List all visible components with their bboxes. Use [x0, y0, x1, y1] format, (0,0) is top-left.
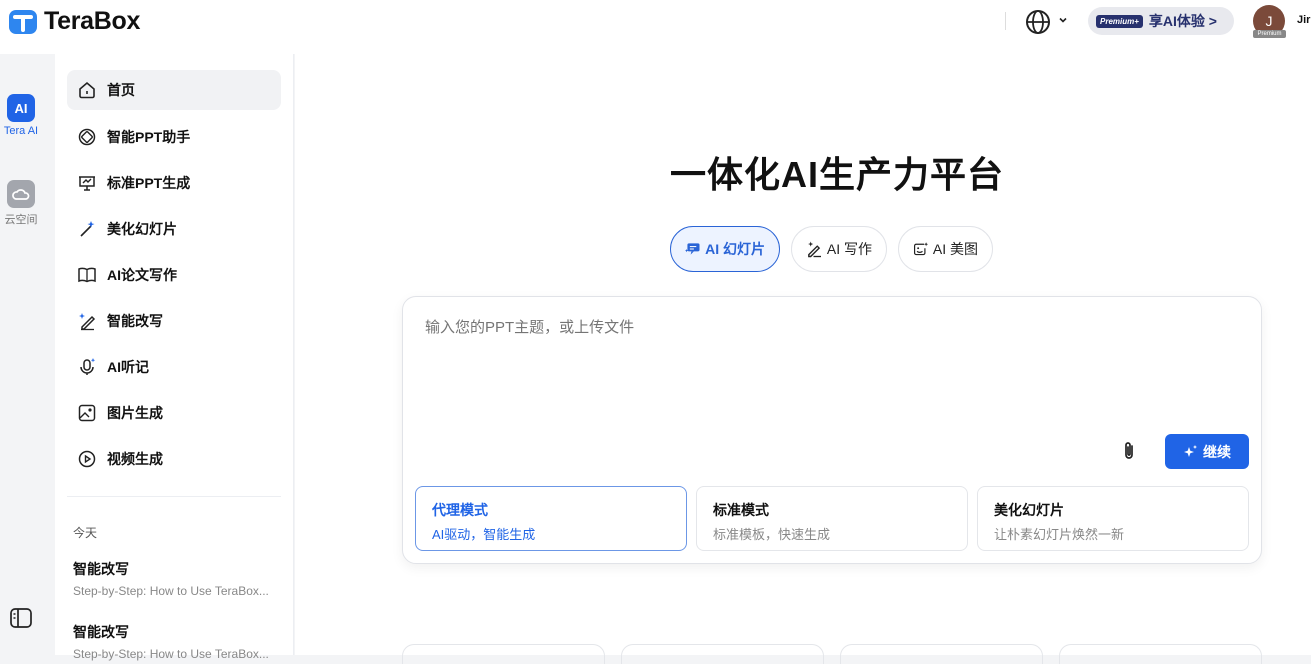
sidebar-item-video-gen[interactable]: 视频生成 — [67, 439, 281, 479]
history-section-label: 今天 — [73, 526, 98, 540]
prompt-input[interactable] — [425, 319, 1105, 336]
rail-label: 云空间 — [4, 214, 38, 226]
terabox-logo-icon — [9, 9, 37, 34]
nav-label: AI听记 — [107, 359, 149, 375]
sidebar-item-image-gen[interactable]: 图片生成 — [67, 393, 281, 433]
sparkle-icon — [1184, 444, 1197, 457]
feature-card[interactable] — [621, 644, 824, 664]
page-title: 一体化AI生产力平台 — [670, 154, 1005, 195]
sidebar-item-ai-listen[interactable]: AI听记 — [67, 347, 281, 387]
presentation-icon — [79, 176, 95, 191]
globe-icon[interactable] — [1025, 9, 1051, 35]
option-subtitle: 让朴素幻灯片焕然一新 — [994, 527, 1125, 542]
book-icon — [78, 267, 96, 283]
pen-icon — [808, 241, 821, 258]
option-title: 标准模式 — [713, 502, 769, 518]
pen-sparkle-icon — [79, 313, 96, 331]
video-icon — [78, 450, 96, 468]
tab-label: AI 幻灯片 — [705, 241, 765, 257]
tab-ai-image[interactable]: AI 美图 — [898, 226, 993, 272]
chevron-down-icon[interactable] — [1058, 15, 1068, 25]
option-title: 美化幻灯片 — [994, 502, 1064, 518]
ppt-assistant-icon — [78, 128, 96, 146]
sidebar: 首页 智能PPT助手 标准PPT生成 美化幻灯片 AI论文写作 智能改写 AI听… — [55, 54, 294, 661]
rail-item-cloud[interactable]: 云空间 — [0, 180, 42, 227]
option-subtitle: 标准模板，快速生成 — [713, 527, 831, 542]
history-subtitle: Step-by-Step: How to Use TeraBox... — [73, 584, 269, 598]
paperclip-icon[interactable] — [1119, 440, 1139, 462]
cloud-icon — [7, 180, 35, 208]
sidebar-toggle-icon[interactable] — [10, 608, 32, 628]
user-name[interactable]: Jir — [1297, 14, 1310, 26]
nav-label: AI论文写作 — [107, 267, 177, 283]
feature-card[interactable] — [840, 644, 1043, 664]
slides-icon — [685, 243, 700, 255]
history-title: 智能改写 — [73, 561, 129, 577]
rail-item-tera-ai[interactable]: AI Tera AI — [0, 94, 42, 137]
divider — [1005, 12, 1006, 30]
tab-label: AI 写作 — [826, 241, 872, 257]
sidebar-item-ai-paper[interactable]: AI论文写作 — [67, 255, 281, 295]
microphone-icon — [80, 358, 96, 375]
tab-label: AI 美图 — [932, 241, 978, 257]
image-sparkle-icon — [913, 242, 929, 256]
feature-card[interactable] — [402, 644, 605, 664]
sidebar-item-ppt-assistant[interactable]: 智能PPT助手 — [67, 117, 281, 157]
home-icon — [79, 81, 95, 99]
magic-wand-icon — [80, 221, 95, 237]
premium-upgrade-button[interactable]: Premium+ 享AI体验 > — [1088, 7, 1234, 35]
history-subtitle: Step-by-Step: How to Use TeraBox... — [73, 647, 269, 661]
nav-label: 首页 — [107, 82, 135, 98]
nav-label: 智能改写 — [107, 313, 163, 329]
option-title: 代理模式 — [432, 502, 488, 518]
option-beautify-slides[interactable]: 美化幻灯片 让朴素幻灯片焕然一新 — [977, 486, 1249, 551]
sidebar-item-beautify-slides[interactable]: 美化幻灯片 — [67, 209, 281, 249]
prompt-panel: 继续 代理模式 AI驱动，智能生成 标准模式 标准模板，快速生成 美化幻灯片 让… — [402, 296, 1262, 564]
nav-label: 图片生成 — [107, 405, 163, 421]
option-standard-mode[interactable]: 标准模式 标准模板，快速生成 — [696, 486, 968, 551]
nav-label: 美化幻灯片 — [107, 221, 177, 237]
nav-label: 智能PPT助手 — [107, 129, 191, 145]
premium-text: 享AI体验 > — [1148, 13, 1217, 29]
logo-text: TeraBox — [44, 7, 141, 35]
continue-button[interactable]: 继续 — [1165, 434, 1249, 469]
tab-ai-slides[interactable]: AI 幻灯片 — [670, 226, 780, 272]
continue-label: 继续 — [1203, 443, 1231, 460]
nav-label: 视频生成 — [107, 451, 163, 467]
top-bar: TeraBox Premium+ 享AI体验 > J Premium Jir — [0, 0, 1311, 54]
tab-ai-writing[interactable]: AI 写作 — [791, 226, 887, 272]
option-agent-mode[interactable]: 代理模式 AI驱动，智能生成 — [415, 486, 687, 551]
sidebar-item-smart-rewrite[interactable]: 智能改写 — [67, 301, 281, 341]
main-content: 一体化AI生产力平台 AI 幻灯片 AI 写作 AI 美图 继续 代理模式 AI… — [295, 54, 1311, 664]
history-title: 智能改写 — [73, 624, 129, 640]
sidebar-divider — [67, 496, 281, 497]
history-item[interactable]: 智能改写 Step-by-Step: How to Use TeraBox... — [73, 559, 283, 598]
rail-label: Tera AI — [3, 125, 39, 137]
nav-label: 标准PPT生成 — [107, 175, 191, 191]
avatar-premium-badge: Premium — [1253, 30, 1286, 38]
terabox-logo[interactable]: TeraBox — [8, 7, 140, 36]
option-subtitle: AI驱动，智能生成 — [432, 527, 536, 542]
ai-icon: AI — [7, 94, 35, 122]
sidebar-item-standard-ppt[interactable]: 标准PPT生成 — [67, 163, 281, 203]
history-item[interactable]: 智能改写 Step-by-Step: How to Use TeraBox... — [73, 622, 283, 661]
image-icon — [78, 404, 96, 422]
feature-card[interactable] — [1059, 644, 1262, 664]
premium-badge: Premium+ — [1096, 14, 1143, 28]
app-rail: AI Tera AI 云空间 — [0, 54, 54, 655]
sidebar-item-home[interactable]: 首页 — [67, 70, 281, 110]
